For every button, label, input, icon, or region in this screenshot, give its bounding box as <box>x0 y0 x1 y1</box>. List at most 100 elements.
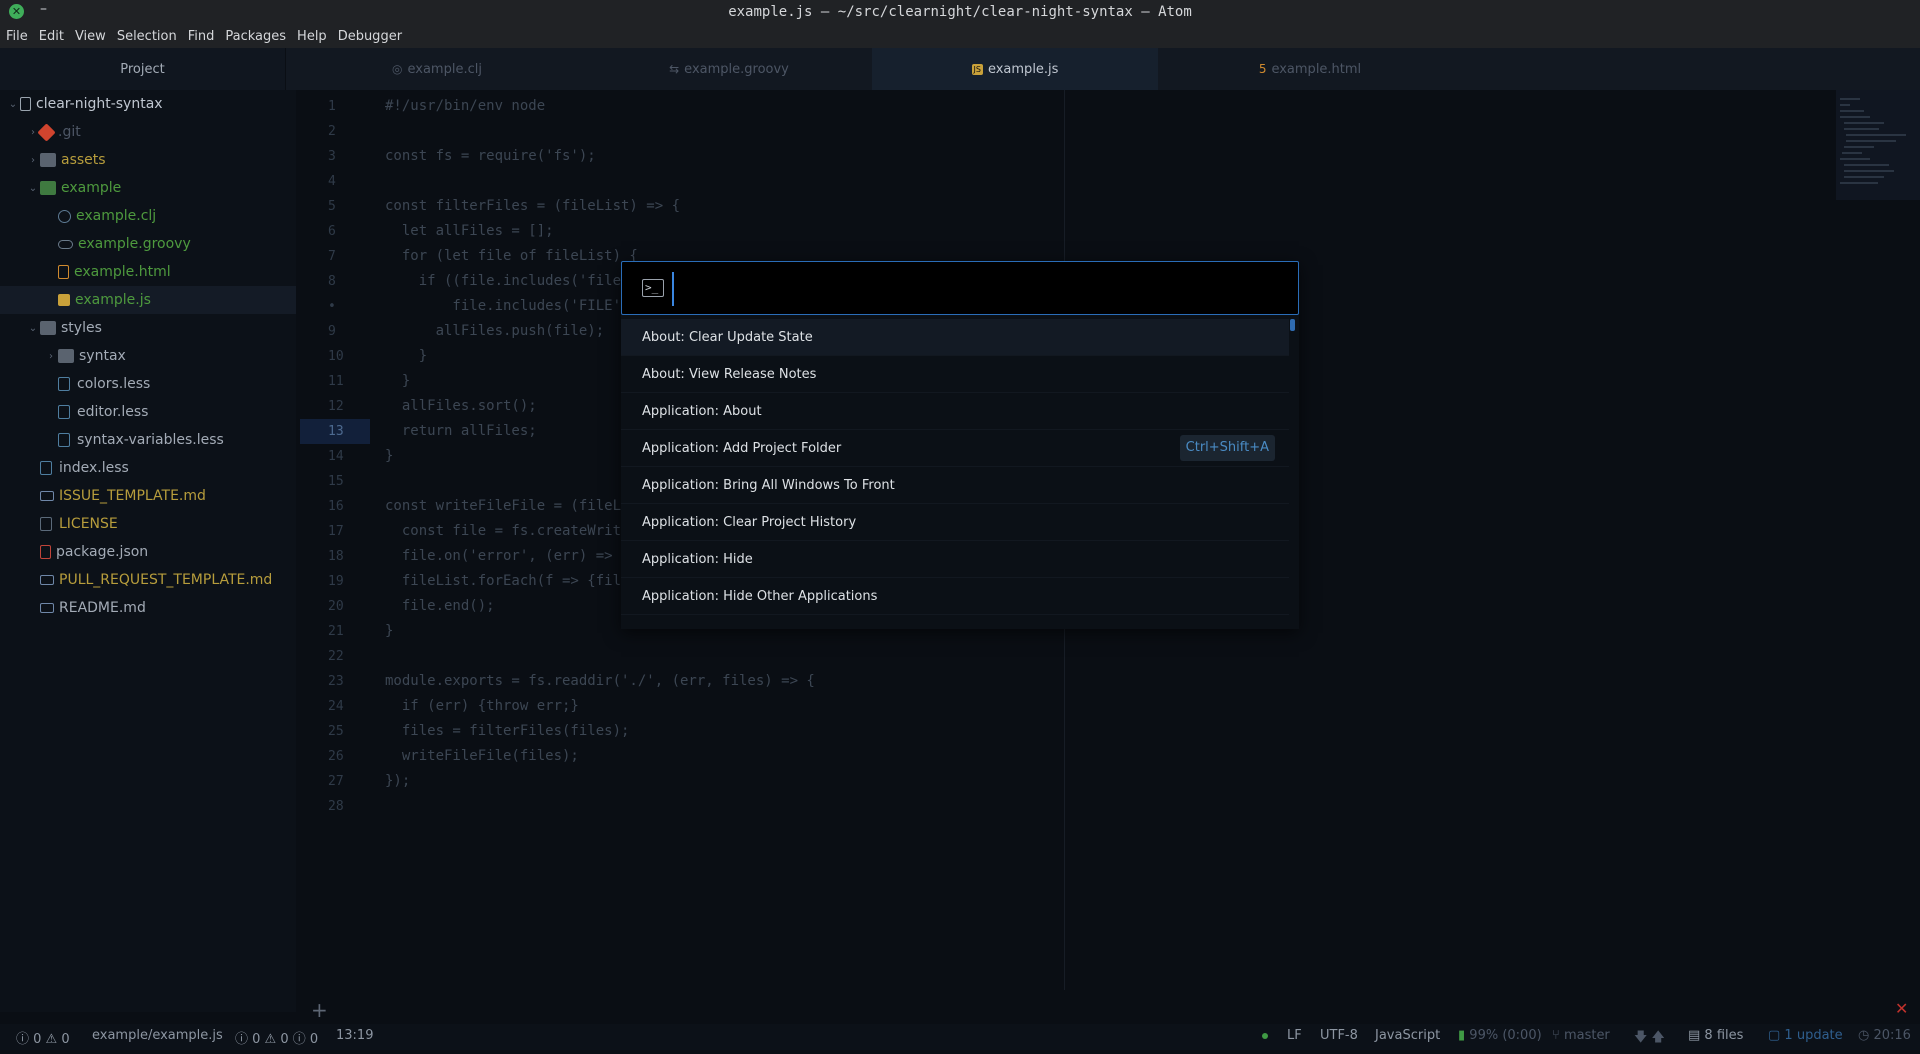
line-ending[interactable]: LF <box>1287 1028 1302 1043</box>
line-number: 16 <box>328 499 344 514</box>
keybinding-badge: Ctrl+Shift+A <box>1179 435 1275 461</box>
command-list: About: Clear Update State About: View Rel… <box>621 319 1289 629</box>
menu-debugger[interactable]: Debugger <box>338 29 402 44</box>
title-bar: ✕ – example.js — ~/src/clearnight/clear-… <box>0 0 1920 24</box>
tree-item-label: example.js <box>75 292 151 308</box>
tree-item-example-js[interactable]: example.js <box>0 286 296 314</box>
tree-item-index-less[interactable]: index.less <box>0 454 296 482</box>
encoding[interactable]: UTF-8 <box>1320 1028 1358 1043</box>
code-line[interactable]: } <box>385 369 410 394</box>
update-badge[interactable]: ▢ 1 update <box>1768 1028 1843 1043</box>
line-number: 1 <box>328 99 336 114</box>
error-count[interactable]: ⓘ 0 ⚠ 0 <box>16 1028 70 1047</box>
tree-item-label: syntax-variables.less <box>77 432 224 448</box>
command-item[interactable]: Application: About <box>621 393 1289 430</box>
file-path[interactable]: example/example.js <box>92 1028 223 1043</box>
tree-item-example[interactable]: ⌄ example <box>0 174 296 202</box>
code-line[interactable]: if (err) {throw err;} <box>385 694 579 719</box>
tree-item-assets[interactable]: › assets <box>0 146 296 174</box>
cursor-position[interactable]: 13:19 <box>336 1028 373 1043</box>
code-line[interactable]: fileList.forEach(f => {fil <box>385 569 621 594</box>
add-panel-button[interactable]: + <box>311 998 328 1022</box>
command-item[interactable]: Application: Hide <box>621 541 1289 578</box>
html-icon <box>58 265 69 279</box>
git-branch[interactable]: ⑂ master <box>1552 1028 1610 1043</box>
grammar[interactable]: JavaScript <box>1375 1028 1440 1043</box>
folder-icon <box>40 153 56 167</box>
code-line[interactable]: allFiles.push(file); <box>385 319 605 344</box>
tab-label: example.js <box>987 61 1059 77</box>
code-line[interactable]: file.on('error', (err) => <box>385 544 613 569</box>
code-line[interactable]: module.exports = fs.readdir('./', (err, … <box>385 669 815 694</box>
code-line[interactable]: writeFileFile(files); <box>385 744 579 769</box>
code-line[interactable]: #!/usr/bin/env node <box>385 94 545 119</box>
line-number: 25 <box>328 724 344 739</box>
file-count[interactable]: ▤ 8 files <box>1688 1028 1743 1043</box>
command-item[interactable]: Application: Hide Other Applications <box>621 578 1289 615</box>
menu-selection[interactable]: Selection <box>117 29 177 44</box>
code-line[interactable]: let allFiles = []; <box>385 219 554 244</box>
code-line[interactable]: } <box>385 619 393 644</box>
linter-status[interactable]: ⓘ 0 ⚠ 0 ⓘ 0 <box>235 1028 318 1047</box>
tree-item-issue-template-md[interactable]: ISSUE_TEMPLATE.md <box>0 482 296 510</box>
tree-item-package-json[interactable]: package.json <box>0 538 296 566</box>
tab-example-clj[interactable]: ◎ example.clj <box>296 48 578 90</box>
tree-item-styles[interactable]: ⌄ styles <box>0 314 296 342</box>
code-line[interactable]: } <box>385 444 393 469</box>
code-line[interactable]: files = filterFiles(files); <box>385 719 630 744</box>
git-fetch-pull-push[interactable]: 🡇 🡅 <box>1634 1028 1665 1050</box>
close-icon[interactable]: ✕ <box>1895 999 1908 1018</box>
code-line[interactable]: }); <box>385 769 410 794</box>
menu-file[interactable]: File <box>6 29 28 44</box>
command-item[interactable]: About: Clear Update State <box>621 319 1289 356</box>
command-label: Application: Hide <box>642 551 753 567</box>
tab-example-js[interactable]: JS example.js <box>872 48 1158 90</box>
command-item[interactable]: About: View Release Notes <box>621 356 1289 393</box>
tab-project[interactable]: Project <box>0 48 286 90</box>
window-title: example.js — ~/src/clearnight/clear-nigh… <box>728 4 1192 20</box>
command-list-scrollbar[interactable] <box>1290 319 1295 331</box>
command-palette-input[interactable] <box>672 272 1282 306</box>
tree-item-label: ISSUE_TEMPLATE.md <box>59 488 206 504</box>
tree-item-colors-less[interactable]: colors.less <box>0 370 296 398</box>
code-line[interactable]: } <box>385 344 427 369</box>
command-palette: >_ About: Clear Update State About: View … <box>621 261 1299 629</box>
menu-view[interactable]: View <box>75 29 106 44</box>
tree-item-pull-request-template-md[interactable]: PULL_REQUEST_TEMPLATE.md <box>0 566 296 594</box>
markdown-icon <box>40 575 54 585</box>
code-line[interactable]: file.includes('FILE' <box>385 294 621 319</box>
tab-example-html[interactable]: 5 example.html <box>1160 48 1460 90</box>
code-line[interactable]: if ((file.includes('file <box>385 269 621 294</box>
code-line[interactable]: allFiles.sort(); <box>385 394 537 419</box>
menu-find[interactable]: Find <box>188 29 215 44</box>
tree-item-example-html[interactable]: example.html <box>0 258 296 286</box>
tab-example-groovy[interactable]: ⇆ example.groovy <box>588 48 870 90</box>
line-number: 20 <box>328 599 344 614</box>
command-item[interactable]: Application: Clear Project History <box>621 504 1289 541</box>
code-line[interactable]: file.end(); <box>385 594 495 619</box>
tab-label: example.html <box>1271 61 1362 77</box>
tree-item-example-groovy[interactable]: example.groovy <box>0 230 296 258</box>
command-label: Application: Add Project Folder <box>642 440 842 456</box>
menu-edit[interactable]: Edit <box>39 29 64 44</box>
tree-item-git[interactable]: › .git <box>0 118 296 146</box>
tree-item-editor-less[interactable]: editor.less <box>0 398 296 426</box>
menu-packages[interactable]: Packages <box>225 29 286 44</box>
tree-item-example-clj[interactable]: example.clj <box>0 202 296 230</box>
code-line[interactable]: const fs = require('fs'); <box>385 144 596 169</box>
tree-item-readme-md[interactable]: README.md <box>0 594 296 622</box>
tree-root[interactable]: ⌄ clear-night-syntax <box>0 90 296 118</box>
code-line[interactable]: return allFiles; <box>385 419 537 444</box>
command-item[interactable]: Application: Add Project Folder Ctrl+Shif… <box>621 430 1289 467</box>
tree-item-syntax[interactable]: › syntax <box>0 342 296 370</box>
code-line[interactable]: for (let file of fileList) { <box>385 244 638 269</box>
code-line[interactable]: const file = fs.createWrit <box>385 519 621 544</box>
minimap[interactable] <box>1836 90 1920 200</box>
code-line[interactable]: const filterFiles = (fileList) => { <box>385 194 680 219</box>
code-line[interactable]: const writeFileFile = (fileL <box>385 494 621 519</box>
command-item[interactable]: Application: Bring All Windows To Front <box>621 467 1289 504</box>
tree-item-syntax-variables-less[interactable]: syntax-variables.less <box>0 426 296 454</box>
menu-help[interactable]: Help <box>297 29 327 44</box>
command-item-partial[interactable] <box>621 615 1289 629</box>
tree-item-license[interactable]: LICENSE <box>0 510 296 538</box>
